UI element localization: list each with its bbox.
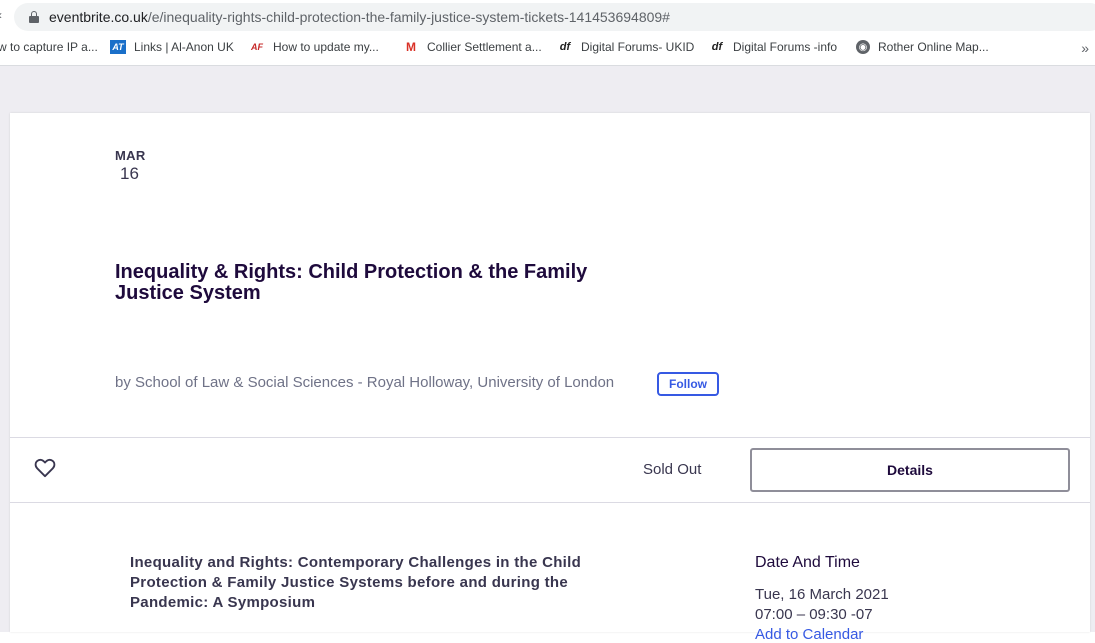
divider [10, 437, 1090, 438]
details-button[interactable]: Details [750, 448, 1070, 492]
bookmark-label: Digital Forums -info [733, 40, 838, 54]
bookmark-label: How to update my... [273, 40, 379, 54]
bookmark-label: w to capture IP a... [0, 40, 98, 54]
event-title: Inequality & Rights: Child Protection & … [115, 261, 588, 304]
url-domain: eventbrite.co.uk [49, 9, 148, 25]
organizer-text[interactable]: by School of Law & Social Sciences - Roy… [115, 374, 614, 391]
event-time: 07:00 – 09:30 -07 [755, 606, 873, 623]
event-day: 16 [120, 164, 139, 183]
bookmark-label: Links | Al-Anon UK [134, 40, 234, 54]
address-bar[interactable]: eventbrite.co.uk/e/inequality-rights-chi… [14, 3, 1095, 31]
bookmark-al-anon[interactable]: AT Links | Al-Anon UK [110, 40, 234, 54]
event-card: MAR 16 Inequality & Rights: Child Protec… [10, 113, 1090, 643]
event-summary: Inequality and Rights: Contemporary Chal… [130, 554, 582, 611]
bookmark-label: Rother Online Map... [878, 40, 989, 54]
af-icon: AF [251, 42, 263, 52]
bookmark-digital-forums-info[interactable]: df Digital Forums -info [709, 40, 837, 54]
more-bookmarks-icon[interactable]: » [1081, 40, 1089, 56]
df-icon: df [711, 41, 723, 53]
add-to-calendar-link[interactable]: Add to Calendar [755, 626, 863, 643]
bookmarks-bar: w to capture IP a... AT Links | Al-Anon U… [0, 36, 1095, 60]
bookmark-collier[interactable]: M Collier Settlement a... [403, 40, 542, 54]
url-path: /e/inequality-rights-child-protection-th… [147, 9, 670, 25]
bookmark-update[interactable]: AF How to update my... [249, 40, 379, 54]
bookmark-label: Collier Settlement a... [427, 40, 542, 54]
back-icon[interactable]: ‹ [0, 8, 2, 22]
heart-icon[interactable] [34, 458, 56, 478]
bookmark-digital-forums-ukid[interactable]: df Digital Forums- UKID [557, 40, 695, 54]
browser-chrome: ‹ eventbrite.co.uk/e/inequality-rights-c… [0, 0, 1095, 66]
bookmark-capture-ip[interactable]: w to capture IP a... [0, 40, 98, 54]
at-icon: AT [110, 40, 126, 54]
url-text[interactable]: eventbrite.co.uk/e/inequality-rights-chi… [49, 9, 670, 25]
follow-button[interactable]: Follow [657, 372, 719, 396]
bookmark-rother-map[interactable]: ◉ Rother Online Map... [856, 40, 989, 54]
divider [10, 502, 1090, 503]
event-date: Tue, 16 March 2021 [755, 586, 889, 603]
df-icon: df [559, 41, 571, 53]
bookmark-label: Digital Forums- UKID [581, 40, 695, 54]
gmail-icon: M [406, 40, 416, 54]
globe-icon: ◉ [856, 40, 870, 54]
date-time-heading: Date And Time [755, 554, 860, 571]
sold-out-label: Sold Out [643, 461, 702, 478]
lock-icon[interactable] [28, 11, 40, 23]
event-month: MAR [115, 148, 146, 163]
